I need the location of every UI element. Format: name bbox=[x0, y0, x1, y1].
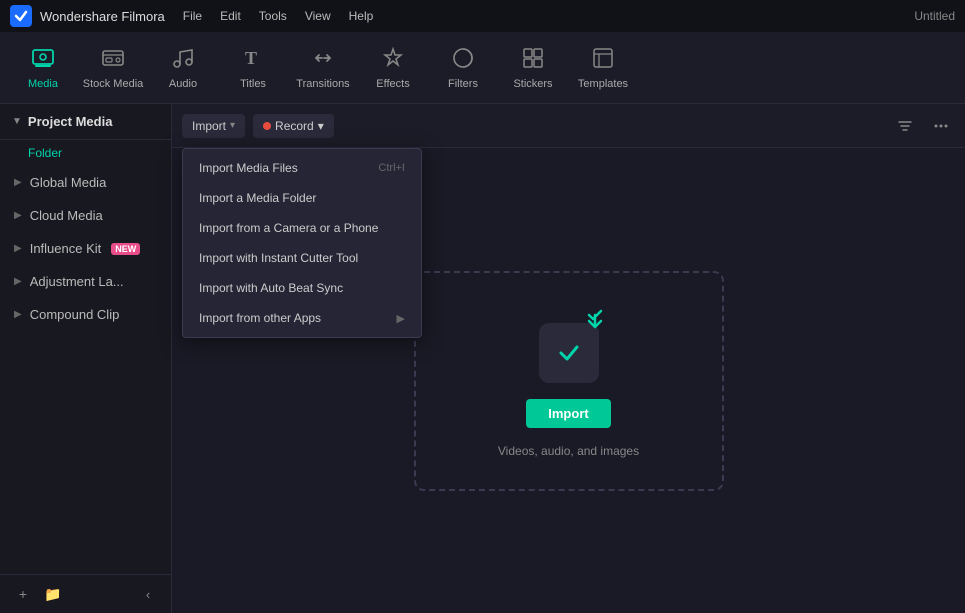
sidebar-header-chevron: ▼ bbox=[12, 116, 22, 127]
menu-tools[interactable]: Tools bbox=[259, 9, 287, 23]
sidebar-item-cloud-label: Cloud Media bbox=[30, 208, 103, 223]
sidebar-item-influence-label: Influence Kit bbox=[30, 241, 102, 256]
tool-effects[interactable]: Effects bbox=[358, 36, 428, 100]
sidebar-item-compound-label: Compound Clip bbox=[30, 307, 120, 322]
sidebar-header-label: Project Media bbox=[28, 114, 113, 129]
stickers-icon bbox=[521, 46, 545, 74]
app-name: Wondershare Filmora bbox=[40, 9, 165, 24]
menu-file[interactable]: File bbox=[183, 9, 202, 23]
title-bar: Wondershare Filmora File Edit Tools View… bbox=[0, 0, 965, 32]
tool-media[interactable]: Media bbox=[8, 36, 78, 100]
stock-media-icon bbox=[101, 46, 125, 74]
sidebar-item-adjustment-label: Adjustment La... bbox=[30, 274, 124, 289]
media-icon bbox=[31, 46, 55, 74]
sidebar-item-compound-clip[interactable]: ▶ Compound Clip bbox=[0, 298, 171, 331]
tool-stock-label: Stock Media bbox=[83, 78, 144, 90]
add-folder-button[interactable]: + bbox=[12, 583, 34, 605]
audio-icon bbox=[171, 46, 195, 74]
sidebar-item-global-label: Global Media bbox=[30, 175, 107, 190]
tool-effects-label: Effects bbox=[376, 78, 409, 90]
new-folder-button[interactable]: 📁 bbox=[42, 583, 64, 605]
filter-icon-button[interactable] bbox=[891, 112, 919, 140]
tool-stickers-label: Stickers bbox=[513, 78, 552, 90]
record-button[interactable]: Record ▾ bbox=[253, 114, 334, 138]
sidebar-item-global-media[interactable]: ▶ Global Media bbox=[0, 166, 171, 199]
menu-view[interactable]: View bbox=[305, 9, 331, 23]
effects-icon bbox=[381, 46, 405, 74]
tool-media-label: Media bbox=[28, 78, 58, 90]
import-drop-button[interactable]: Import bbox=[526, 399, 610, 428]
tool-filters-label: Filters bbox=[448, 78, 478, 90]
import-dropdown-menu: Import Media Files Ctrl+I Import a Media… bbox=[182, 148, 422, 338]
sidebar-folder-label[interactable]: Folder bbox=[0, 140, 171, 166]
import-media-files-item[interactable]: Import Media Files Ctrl+I bbox=[183, 153, 421, 183]
import-auto-beat-item[interactable]: Import with Auto Beat Sync bbox=[183, 273, 421, 303]
main-area: ▼ Project Media Folder ▶ Global Media ▶ … bbox=[0, 104, 965, 613]
import-media-files-shortcut: Ctrl+I bbox=[378, 162, 405, 174]
sidebar-collapse-button[interactable]: ‹ bbox=[137, 583, 159, 605]
import-other-apps-submenu-arrow: ▶ bbox=[397, 312, 405, 325]
sidebar-item-compound-chevron: ▶ bbox=[14, 309, 22, 320]
transitions-icon bbox=[311, 46, 335, 74]
titles-icon: T bbox=[241, 46, 265, 74]
import-button-label: Import bbox=[192, 119, 226, 133]
sidebar-header: ▼ Project Media bbox=[0, 104, 171, 140]
sidebar: ▼ Project Media Folder ▶ Global Media ▶ … bbox=[0, 104, 172, 613]
record-dropdown-arrow: ▾ bbox=[318, 119, 324, 133]
import-camera-phone-item[interactable]: Import from a Camera or a Phone bbox=[183, 213, 421, 243]
import-drop-subtitle: Videos, audio, and images bbox=[498, 444, 639, 458]
import-media-folder-label: Import a Media Folder bbox=[199, 191, 316, 205]
menu-edit[interactable]: Edit bbox=[220, 9, 241, 23]
tool-transitions-label: Transitions bbox=[296, 78, 349, 90]
templates-icon bbox=[591, 46, 615, 74]
content-toolbar-right bbox=[891, 112, 955, 140]
app-logo bbox=[10, 5, 32, 27]
tool-templates[interactable]: Templates bbox=[568, 36, 638, 100]
import-icon-wrap bbox=[529, 303, 609, 383]
import-instant-cutter-item[interactable]: Import with Instant Cutter Tool bbox=[183, 243, 421, 273]
window-title: Untitled bbox=[914, 9, 955, 23]
more-options-button[interactable] bbox=[927, 112, 955, 140]
import-media-files-label: Import Media Files bbox=[199, 161, 298, 175]
influence-kit-badge: NEW bbox=[111, 243, 140, 255]
sidebar-item-adjustment-chevron: ▶ bbox=[14, 276, 22, 287]
import-other-apps-item[interactable]: Import from other Apps ▶ bbox=[183, 303, 421, 333]
tool-transitions[interactable]: Transitions bbox=[288, 36, 358, 100]
tool-audio[interactable]: Audio bbox=[148, 36, 218, 100]
content-toolbar: Import ▾ Record ▾ bbox=[172, 104, 965, 148]
import-other-apps-label: Import from other Apps bbox=[199, 311, 321, 325]
tool-stickers[interactable]: Stickers bbox=[498, 36, 568, 100]
import-instant-cutter-label: Import with Instant Cutter Tool bbox=[199, 251, 358, 265]
filters-icon bbox=[451, 46, 475, 74]
sidebar-item-adjustment[interactable]: ▶ Adjustment La... bbox=[0, 265, 171, 298]
import-auto-beat-label: Import with Auto Beat Sync bbox=[199, 281, 343, 295]
menu-bar: File Edit Tools View Help bbox=[183, 9, 374, 23]
import-button[interactable]: Import ▾ bbox=[182, 114, 245, 138]
tool-titles-label: Titles bbox=[240, 78, 266, 90]
sidebar-item-influence-chevron: ▶ bbox=[14, 243, 22, 254]
sidebar-item-cloud-chevron: ▶ bbox=[14, 210, 22, 221]
tool-stock-media[interactable]: Stock Media bbox=[78, 36, 148, 100]
tool-filters[interactable]: Filters bbox=[428, 36, 498, 100]
import-camera-phone-label: Import from a Camera or a Phone bbox=[199, 221, 378, 235]
main-toolbar: Media Stock Media Audio T T bbox=[0, 32, 965, 104]
arrow-down-icon bbox=[581, 303, 609, 338]
content-area: Import ▾ Record ▾ bbox=[172, 104, 965, 613]
import-media-folder-item[interactable]: Import a Media Folder bbox=[183, 183, 421, 213]
svg-text:T: T bbox=[245, 48, 257, 68]
import-dropdown-arrow: ▾ bbox=[230, 120, 235, 131]
import-drop-zone[interactable]: Import Videos, audio, and images bbox=[414, 271, 724, 491]
record-dot-icon bbox=[263, 122, 271, 130]
sidebar-footer: + 📁 ‹ bbox=[0, 574, 171, 613]
tool-audio-label: Audio bbox=[169, 78, 197, 90]
tool-titles[interactable]: T Titles bbox=[218, 36, 288, 100]
sidebar-item-influence-kit[interactable]: ▶ Influence Kit NEW bbox=[0, 232, 171, 265]
sidebar-item-cloud-media[interactable]: ▶ Cloud Media bbox=[0, 199, 171, 232]
sidebar-item-global-chevron: ▶ bbox=[14, 177, 22, 188]
menu-help[interactable]: Help bbox=[349, 9, 374, 23]
tool-templates-label: Templates bbox=[578, 78, 628, 90]
record-button-label: Record bbox=[275, 119, 314, 133]
